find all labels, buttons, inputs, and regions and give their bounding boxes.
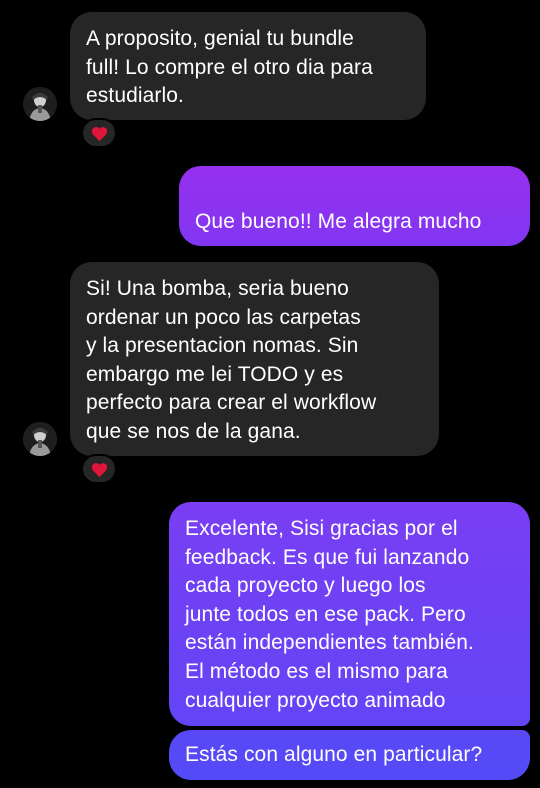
message-bubble-outgoing[interactable]: Que bueno!! Me alegra mucho que te haya … xyxy=(179,166,530,289)
reaction-badge[interactable] xyxy=(81,118,117,148)
avatar-image-icon xyxy=(23,422,57,456)
red-heart-icon xyxy=(91,462,107,477)
contact-avatar[interactable] xyxy=(23,422,57,456)
contact-avatar[interactable] xyxy=(23,87,57,121)
message-bubble-outgoing[interactable]: Estás con alguno en particular? xyxy=(169,730,530,780)
reaction-badge[interactable] xyxy=(81,454,117,484)
message-bubble-outgoing[interactable]: Excelente, Sisi gracias por el feedback.… xyxy=(169,502,530,726)
message-bubble-incoming[interactable]: Si! Una bomba, seria bueno ordenar un po… xyxy=(70,262,439,456)
avatar-image-icon xyxy=(23,87,57,121)
red-heart-icon xyxy=(91,126,107,141)
message-bubble-incoming[interactable]: A proposito, genial tu bundle full! Lo c… xyxy=(70,12,426,120)
